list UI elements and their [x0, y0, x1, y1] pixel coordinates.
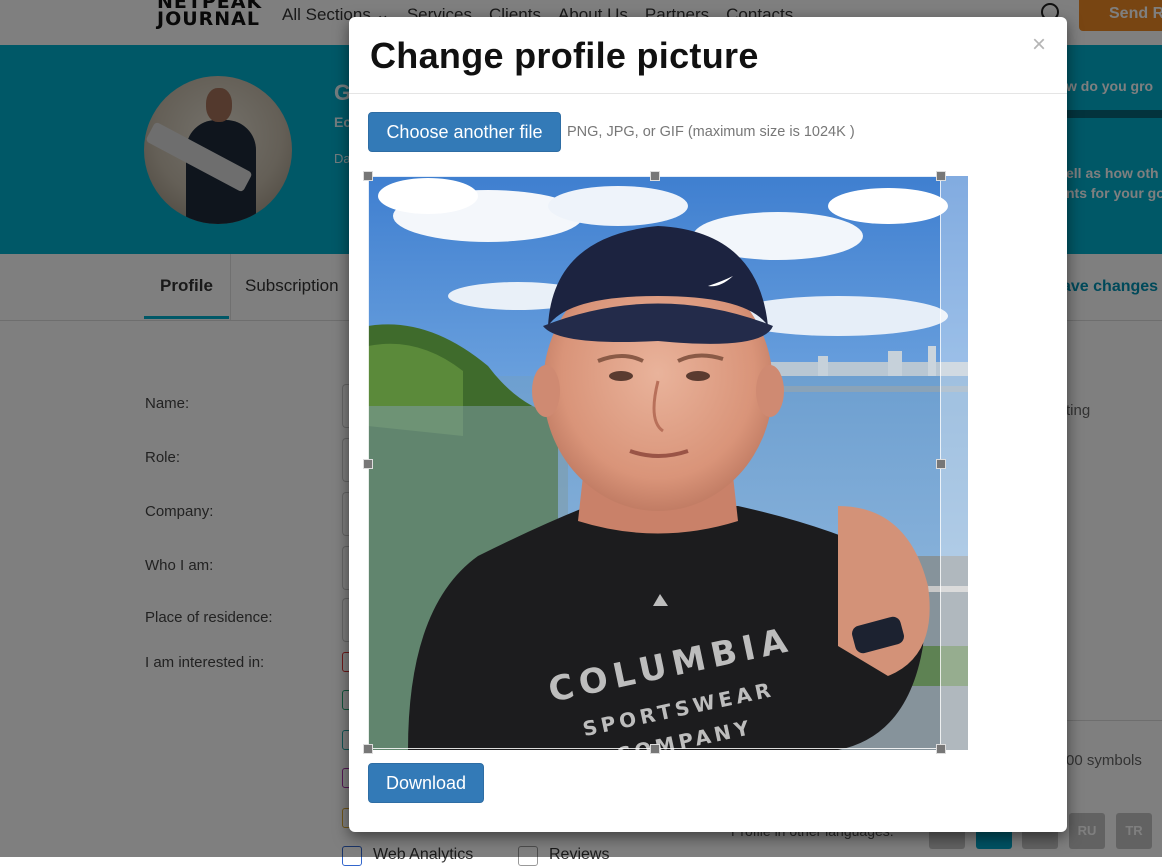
crop-handle-top[interactable] — [650, 171, 660, 181]
download-button[interactable]: Download — [368, 763, 484, 803]
crop-selection[interactable] — [368, 176, 941, 749]
modal-divider — [349, 93, 1067, 94]
close-icon[interactable]: × — [1032, 31, 1046, 59]
crop-handle-bottom[interactable] — [650, 744, 660, 754]
crop-handle-left[interactable] — [363, 459, 373, 469]
crop-handle-bottom-right[interactable] — [936, 744, 946, 754]
modal-title: Change profile picture — [370, 35, 759, 76]
choose-file-button[interactable]: Choose another file — [368, 112, 561, 152]
file-format-hint: PNG, JPG, or GIF (maximum size is 1024K … — [567, 124, 855, 140]
crop-handle-top-left[interactable] — [363, 171, 373, 181]
change-picture-modal: Change profile picture × Choose another … — [349, 17, 1067, 832]
crop-handle-top-right[interactable] — [936, 171, 946, 181]
crop-handle-bottom-left[interactable] — [363, 744, 373, 754]
crop-handle-right[interactable] — [936, 459, 946, 469]
